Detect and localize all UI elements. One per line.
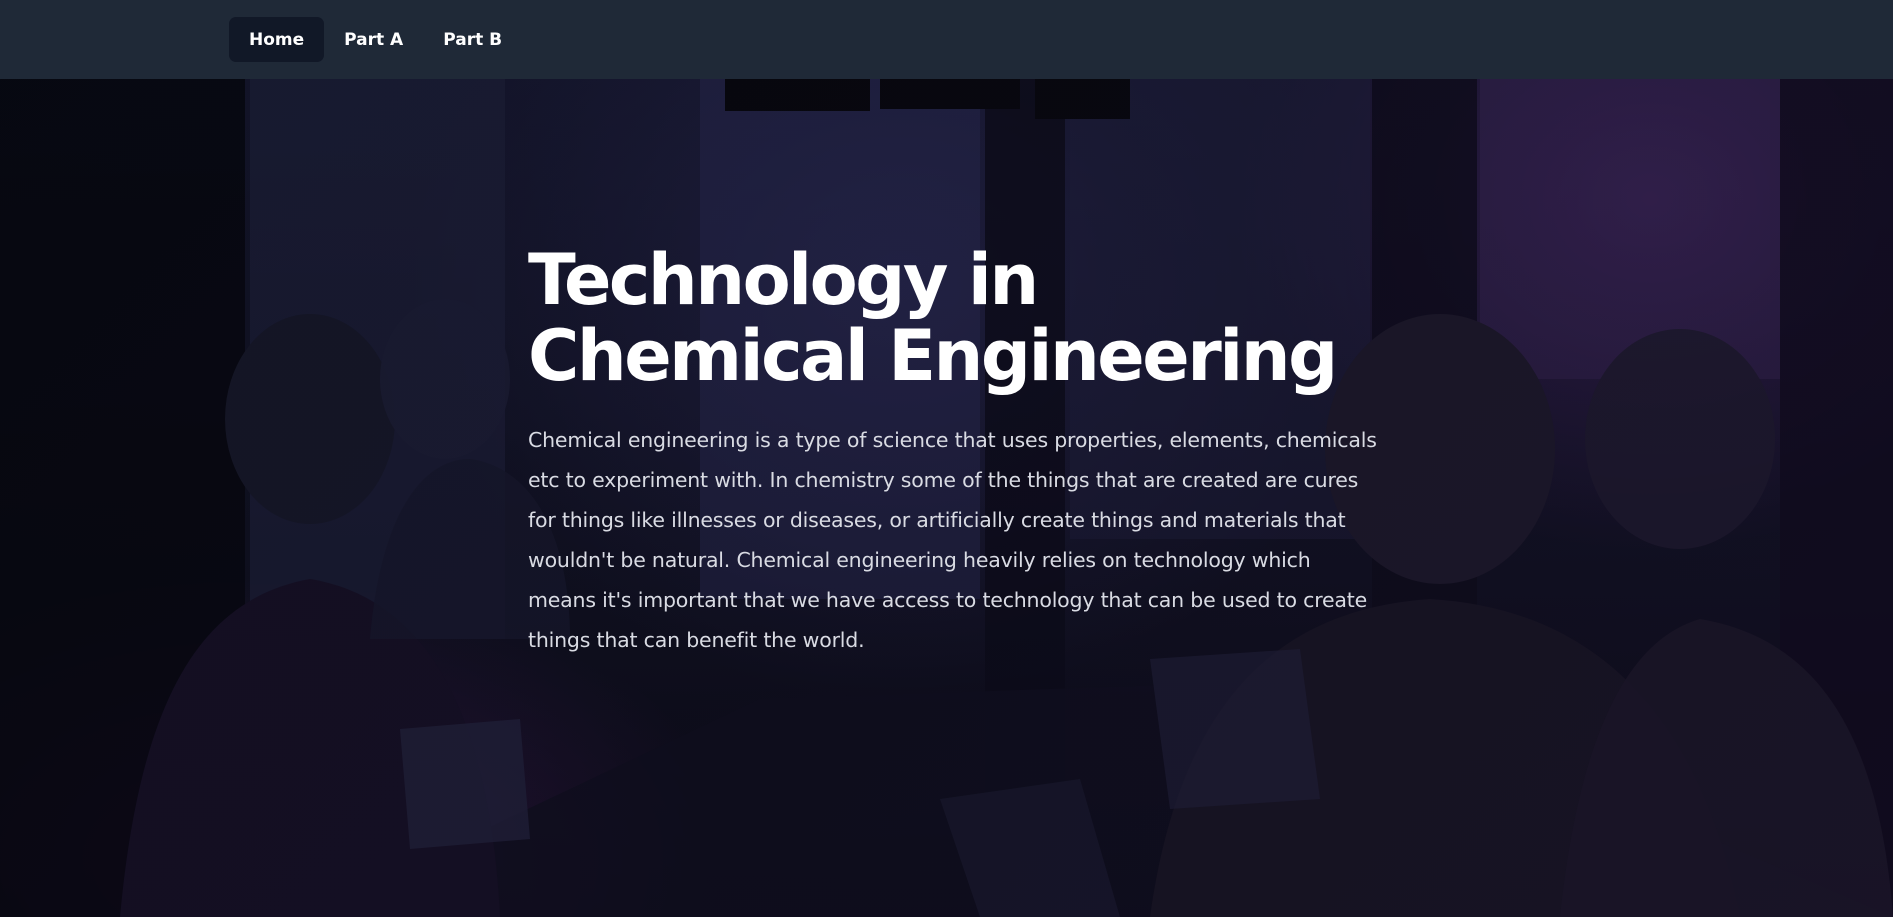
nav-home-link[interactable]: Home <box>229 17 325 62</box>
hero-description: Chemical engineering is a type of scienc… <box>528 428 1377 652</box>
hero-title: Technology in Chemical Engineering <box>528 239 1338 397</box>
hero-content: Technology in Chemical Engineering Chemi… <box>528 242 1378 660</box>
top-navbar: Home Part A Part B <box>0 0 1893 79</box>
nav-links: Home Part A Part B <box>229 17 522 62</box>
nav-part-a-link[interactable]: Part A <box>324 17 423 62</box>
hero-section: Technology in Chemical Engineering Chemi… <box>0 79 1893 917</box>
nav-part-b-link[interactable]: Part B <box>423 17 522 62</box>
